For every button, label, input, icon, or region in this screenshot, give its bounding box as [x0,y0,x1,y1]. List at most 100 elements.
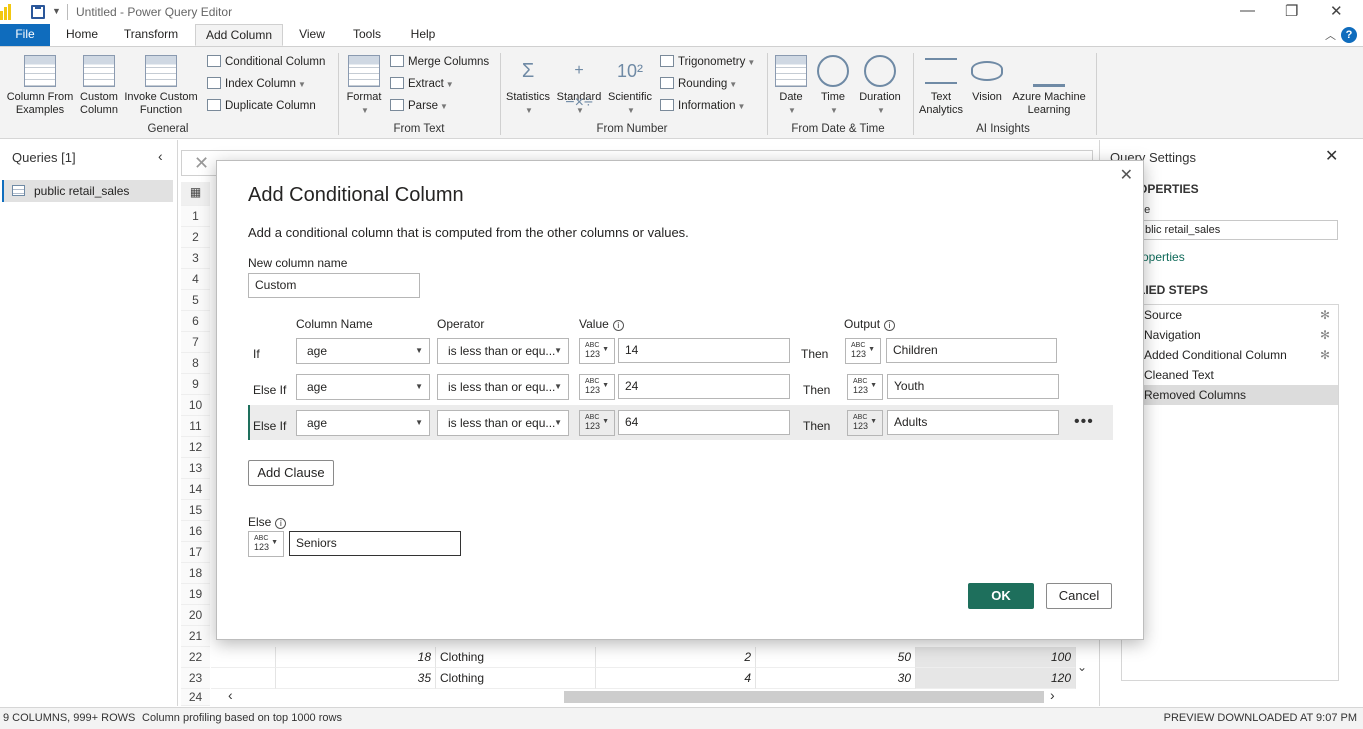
column-name-dropdown[interactable]: age ▼ [296,374,430,400]
minimize-icon[interactable]: — [1240,2,1255,19]
custom-column-button[interactable]: Custom Column [78,51,120,117]
new-column-name-label: New column name [248,256,348,270]
table-cell: 35 [276,668,436,689]
vision-button[interactable]: Vision [968,51,1006,104]
tab-view[interactable]: View [292,24,332,46]
add-clause-button[interactable]: Add Clause [248,460,334,486]
output-type-dropdown[interactable]: ABC 123 ▼ [847,410,883,436]
value-input[interactable]: 24 [618,374,790,399]
collapse-ribbon-icon[interactable]: ︿ [1325,27,1336,43]
extract-button[interactable]: Extract ▼ [390,77,454,90]
tab-file[interactable]: File [0,24,50,46]
save-icon[interactable] [31,5,45,19]
cancel-button[interactable]: Cancel [1046,583,1112,609]
step-navigation[interactable]: Navigation ✻ [1122,325,1338,345]
cancel-formula-icon[interactable]: ✕ [194,153,209,174]
time-button[interactable]: Time ▼ [815,51,851,117]
operator-dropdown[interactable]: is less than or equ... ▼ [437,374,569,400]
ok-button[interactable]: OK [968,583,1034,609]
operator-dropdown[interactable]: is less than or equ... ▼ [437,338,569,364]
rounding-button[interactable]: Rounding ▼ [660,77,737,90]
statistics-icon: Σ [521,60,535,82]
tab-tools[interactable]: Tools [344,24,390,46]
step-source[interactable]: Source ✻ [1122,305,1338,325]
trigonometry-button[interactable]: Trigonometry ▼ [660,55,755,68]
all-properties-link[interactable]: roperties [1138,250,1185,264]
duplicate-column-button[interactable]: Duplicate Column [207,99,316,112]
table-menu-icon[interactable]: ▦ [181,182,210,206]
tab-help[interactable]: Help [400,24,446,46]
conditional-column-button[interactable]: Conditional Column [207,55,325,68]
close-window-icon[interactable]: ✕ [1330,2,1343,20]
output-type-dropdown[interactable]: ABC 123 ▼ [845,338,881,364]
else-input[interactable]: Seniors [289,531,461,556]
output-input[interactable]: Children [886,338,1057,363]
chevron-down-icon: ▼ [870,382,877,389]
azure-machine-learning-label: Azure Machine Learning [1012,91,1086,116]
output-type-dropdown[interactable]: ABC 123 ▼ [847,374,883,400]
time-label: Time [820,91,846,103]
clause-else-if-label: Else If [253,383,287,397]
value-type-dropdown[interactable]: ABC 123 ▼ [579,410,615,436]
output-input[interactable]: Adults [887,410,1059,435]
else-type-dropdown[interactable]: ABC 123 ▼ [248,531,284,557]
divider [338,53,339,135]
close-settings-icon[interactable]: ✕ [1325,146,1338,166]
column-name-value: age [307,380,328,394]
scroll-right-icon[interactable]: › [1050,687,1055,703]
column-from-examples-button[interactable]: Column From Examples [2,51,78,117]
value-input[interactable]: 14 [618,338,790,363]
tab-transform[interactable]: Transform [116,24,186,46]
format-button[interactable]: Format ▼ [344,51,384,117]
duration-button[interactable]: Duration ▼ [855,51,905,117]
query-item[interactable]: public retail_sales [2,180,173,202]
query-name-field[interactable]: blic retail_sales [1138,220,1338,240]
parse-button[interactable]: Parse ▼ [390,99,448,112]
step-cleaned-text[interactable]: Cleaned Text [1122,365,1338,385]
standard-button[interactable]: +−×÷ Standard ▼ [554,51,604,117]
value-type-dropdown[interactable]: ABC 123 ▼ [579,338,615,364]
statistics-button[interactable]: Σ Statistics ▼ [504,51,552,117]
custom-column-label: Custom Column [80,91,118,116]
merge-columns-button[interactable]: Merge Columns [390,55,489,68]
profiling-status[interactable]: Column profiling based on top 1000 rows [142,712,342,724]
azure-machine-learning-button[interactable]: Azure Machine Learning [1010,51,1088,117]
output-input[interactable]: Youth [887,374,1059,399]
tab-add-column[interactable]: Add Column [195,24,283,46]
scientific-button[interactable]: 10² Scientific ▼ [606,51,654,117]
invoke-custom-function-button[interactable]: Invoke Custom Function [122,51,200,117]
new-column-name-input[interactable]: Custom [248,273,420,298]
horizontal-scrollbar[interactable]: ‹ › [224,687,1064,704]
column-name-dropdown[interactable]: age ▼ [296,410,430,436]
row-number: 19 [181,584,210,605]
value-type-dropdown[interactable]: ABC 123 ▼ [579,374,615,400]
tab-home[interactable]: Home [58,24,106,46]
type-abc-text: ABC [851,342,866,349]
info-icon[interactable]: i [884,320,896,331]
text-analytics-button[interactable]: Text Analytics [916,51,966,117]
operator-dropdown[interactable]: is less than or equ... ▼ [437,410,569,436]
information-button[interactable]: Information ▼ [660,99,745,112]
scroll-down-icon[interactable]: ⌄ [1077,660,1087,674]
info-icon[interactable]: i [612,320,624,331]
close-dialog-icon[interactable]: ✕ [1120,165,1133,185]
info-icon[interactable]: i [275,518,287,529]
value-input[interactable]: 64 [618,410,790,435]
step-removed-columns[interactable]: Removed Columns [1122,385,1338,405]
index-column-button[interactable]: Index Column ▼ [207,77,306,90]
more-options-icon[interactable]: ••• [1074,413,1094,431]
scrollbar-thumb[interactable] [564,691,1044,703]
date-button[interactable]: Date ▼ [773,51,809,117]
scroll-left-icon[interactable]: ‹ [228,687,233,703]
gear-icon[interactable]: ✻ [1320,325,1330,345]
gear-icon[interactable]: ✻ [1320,345,1330,365]
gear-icon[interactable]: ✻ [1320,305,1330,325]
restore-icon[interactable]: ❐ [1285,2,1298,20]
step-added-conditional-column[interactable]: Added Conditional Column ✻ [1122,345,1338,365]
collapse-queries-icon[interactable]: ‹ [158,148,163,164]
chevron-down-icon: ▼ [870,418,877,425]
step-label: Cleaned Text [1144,368,1214,382]
quick-access-dropdown-icon[interactable]: ▼ [52,6,61,16]
help-icon[interactable]: ? [1341,27,1357,43]
column-name-dropdown[interactable]: age ▼ [296,338,430,364]
